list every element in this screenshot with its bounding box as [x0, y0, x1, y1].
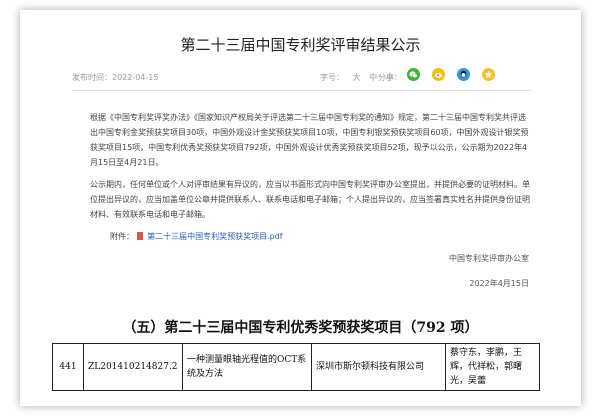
patent-number: ZL201410214827.2: [83, 343, 183, 391]
row-number: 441: [52, 343, 84, 391]
font-size-large[interactable]: 大: [353, 73, 361, 82]
announcement-paragraph-1: 根据《中国专利奖评奖办法》《国家知识产权局关于评选第二十三届中国专利奖的通知》规…: [90, 113, 529, 167]
font-size-label: 字号：: [320, 73, 344, 82]
wechat-icon[interactable]: [407, 68, 420, 81]
attachment-link[interactable]: 第二十三届中国专利奖预获奖项目.pdf: [147, 232, 283, 241]
issuing-office: 中国专利奖评审办公室: [449, 254, 529, 263]
weibo-icon[interactable]: [432, 68, 445, 81]
document-heading: （五）第二十三届中国专利优秀奖预获奖项目（792 项）: [122, 320, 479, 336]
attachment-label: 附件：: [110, 232, 134, 241]
divider: [72, 90, 532, 91]
announcement-card: 第二十三届中国专利奖评审结果公示 发布时间：2022-04-15 字号： 大 中…: [20, 10, 581, 406]
announcement-paragraph-2: 公示期内，任何单位或个人对评审结果有异议的，应当以书面形式向中国专利奖评审办公室…: [90, 180, 530, 219]
pdf-icon: [136, 232, 143, 240]
issue-date: 2022年4月15日: [469, 279, 529, 288]
publish-date: 发布时间：2022-04-15: [72, 73, 159, 82]
font-size-medium[interactable]: 中: [369, 73, 377, 82]
share-icons: [407, 68, 495, 81]
qq-icon[interactable]: [457, 68, 470, 81]
share-label: 分享：: [378, 73, 402, 82]
award-table: 441 ZL201410214827.2 一种测量眼轴光程值的OCT系统及方法 …: [52, 343, 540, 391]
company-name: 深圳市斯尔顿科技有限公司: [311, 343, 446, 391]
inventors: 蔡守东，李鹏，王辉，代祥松，郭曙光，吴蕾: [445, 343, 540, 391]
attachment: 附件： 第二十三届中国专利奖预获奖项目.pdf: [110, 231, 283, 242]
patent-name: 一种测量眼轴光程值的OCT系统及方法: [182, 343, 312, 391]
page-title: 第二十三届中国专利奖评审结果公示: [180, 36, 421, 54]
table-row: 441 ZL201410214827.2 一种测量眼轴光程值的OCT系统及方法 …: [52, 343, 540, 391]
qzone-icon[interactable]: [482, 68, 495, 81]
